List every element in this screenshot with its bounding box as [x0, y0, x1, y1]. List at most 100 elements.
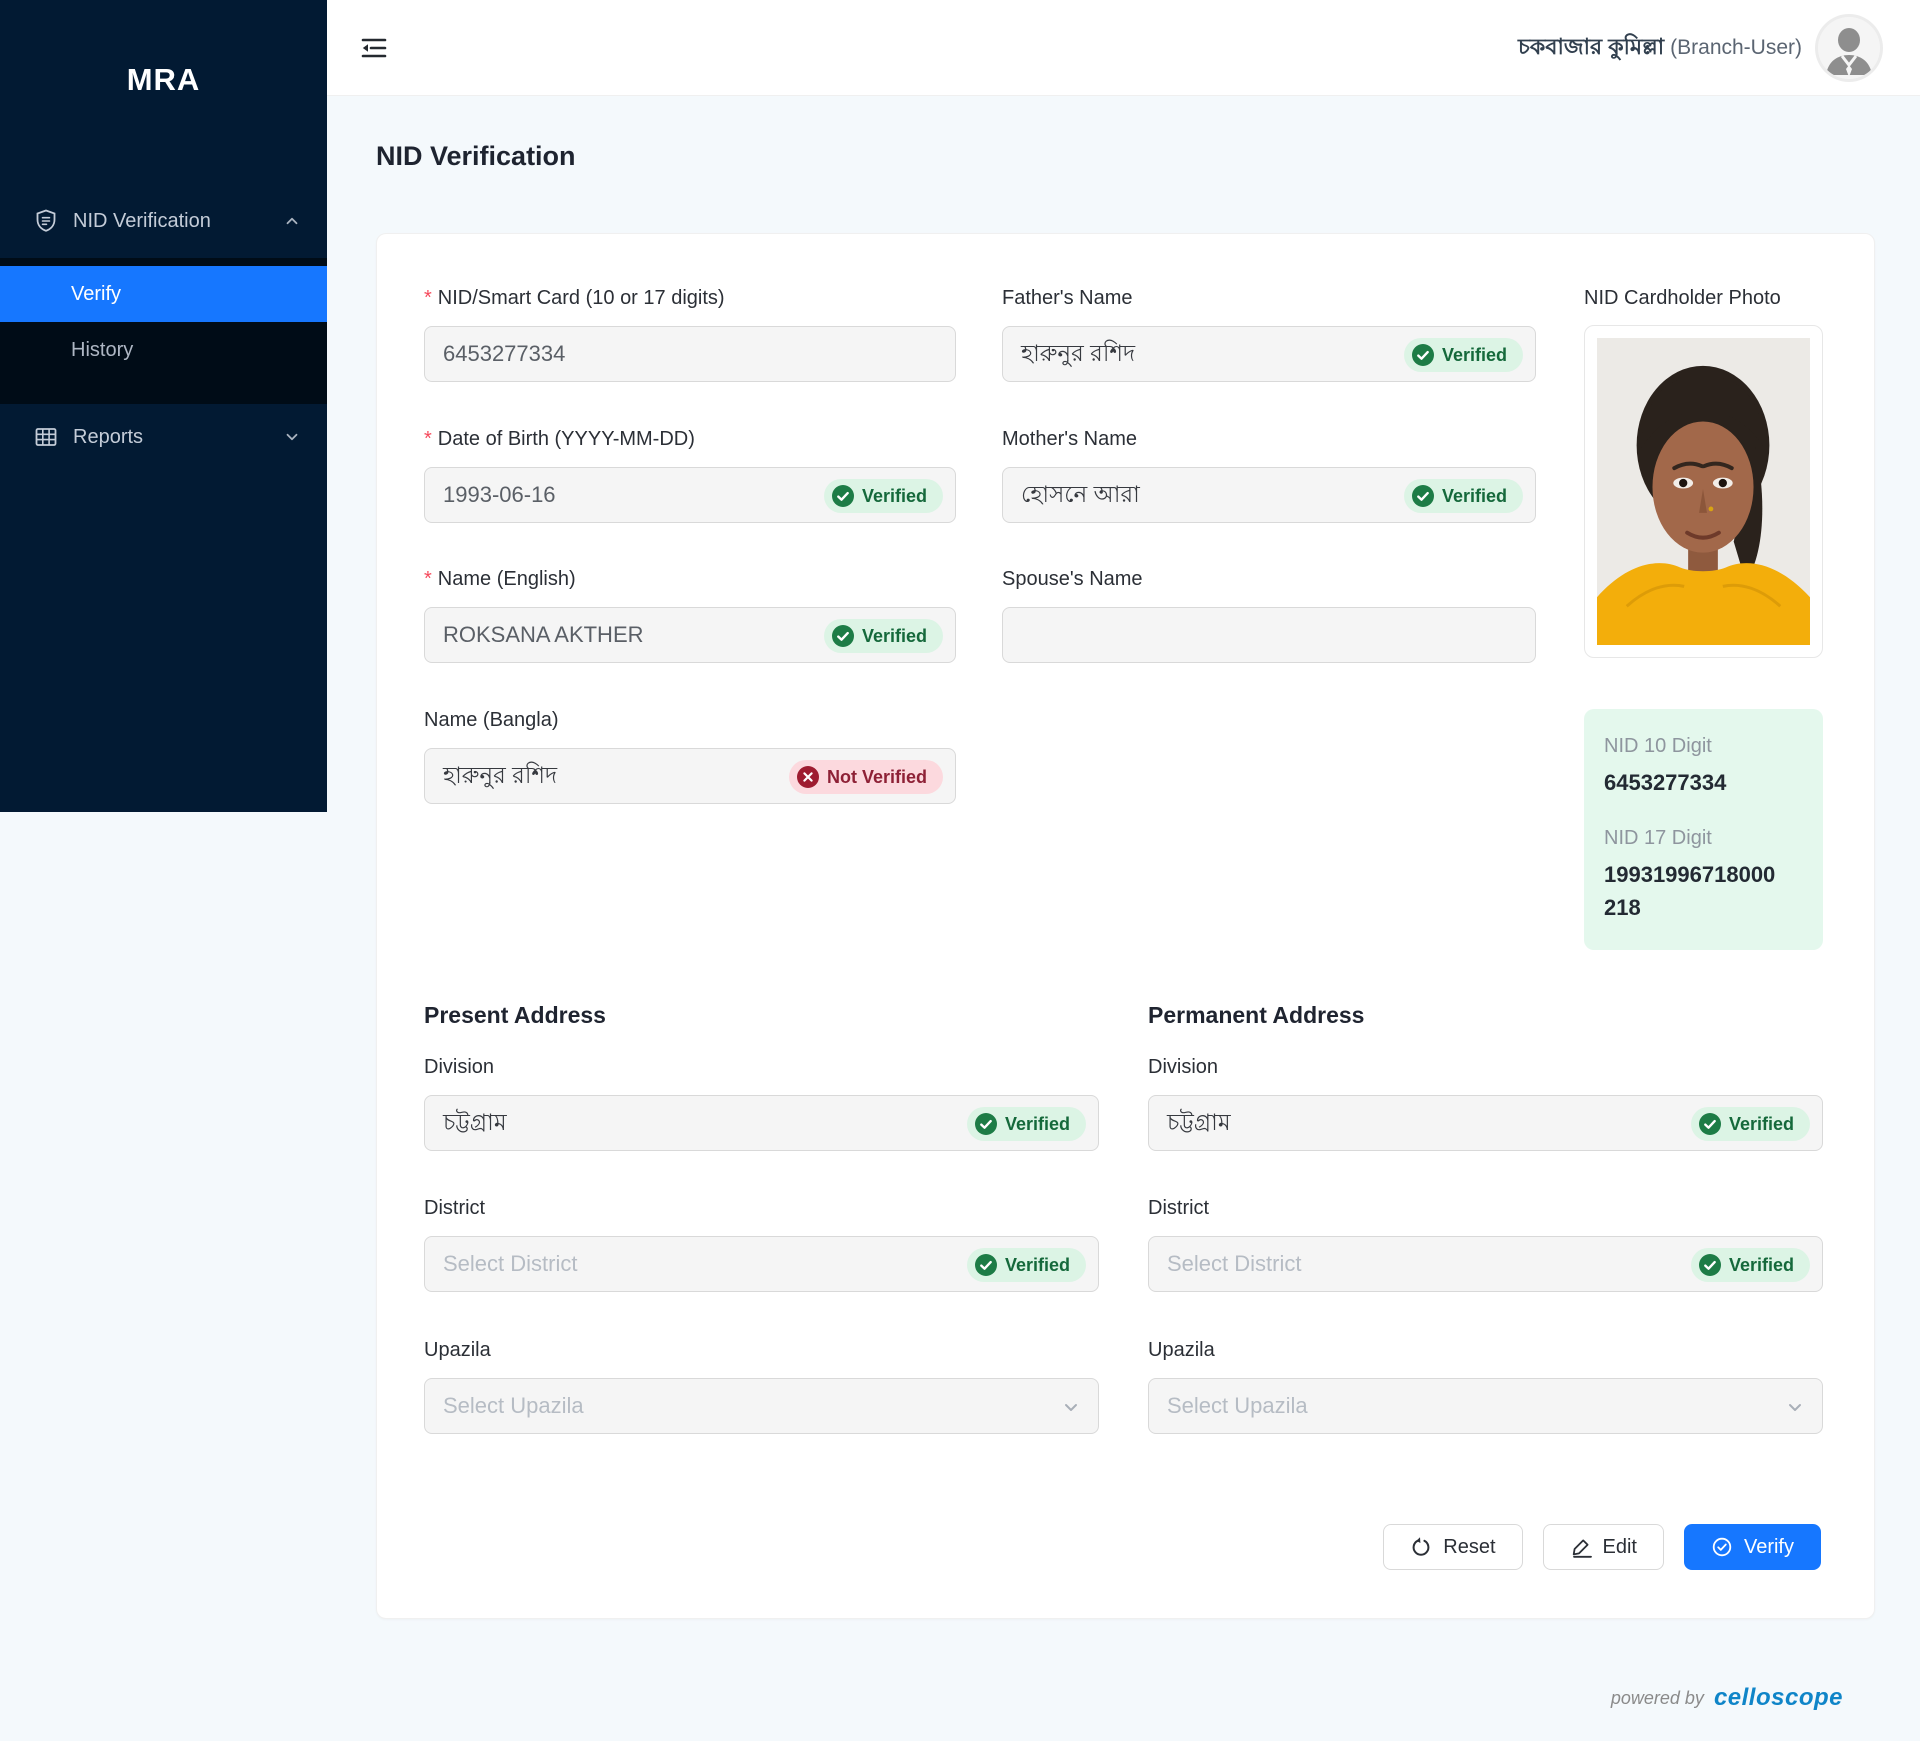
- edit-button[interactable]: Edit: [1543, 1524, 1664, 1570]
- sidebar-item-history[interactable]: History: [0, 322, 327, 378]
- name-english-input[interactable]: ROKSANA AKTHER Verified: [424, 607, 956, 663]
- field-cardholder-photo: NID Cardholder Photo: [1584, 287, 1823, 326]
- field-present-district: District Select District Verified: [424, 1197, 1099, 1292]
- nid-summary-panel: NID 10 Digit 6453277334 NID 17 Digit 199…: [1584, 709, 1823, 950]
- top-bar: চকবাজার কুমিল্লা(Branch-User): [327, 0, 1920, 96]
- spouse-name-input[interactable]: [1002, 607, 1536, 663]
- avatar[interactable]: [1818, 17, 1880, 79]
- photo-label: NID Cardholder Photo: [1584, 287, 1823, 310]
- field-label: *NID/Smart Card (10 or 17 digits): [424, 287, 956, 310]
- cardholder-photo: [1584, 325, 1823, 658]
- chevron-down-icon: [1060, 1396, 1082, 1418]
- not-verified-badge: Not Verified: [789, 760, 943, 794]
- present-upazila-select[interactable]: Select Upazila: [424, 1378, 1099, 1434]
- verified-badge: Verified: [967, 1107, 1086, 1141]
- nid10-label: NID 10 Digit: [1604, 735, 1823, 758]
- verified-badge: Verified: [967, 1248, 1086, 1282]
- action-buttons: Reset Edit Verify: [1383, 1524, 1821, 1570]
- field-present-division: Division চট্টগ্রাম Verified: [424, 1056, 1099, 1151]
- permanent-district-select[interactable]: Select District Verified: [1148, 1236, 1823, 1292]
- field-label: District: [1148, 1197, 1823, 1220]
- field-permanent-division: Division চট্টগ্রাম Verified: [1148, 1056, 1823, 1151]
- nid17-value: 19931996718000218: [1604, 858, 1784, 924]
- chevron-down-icon: [1784, 1396, 1806, 1418]
- celloscope-logo: celloscope: [1714, 1684, 1843, 1712]
- chevron-up-icon: [283, 212, 301, 230]
- field-label: Mother's Name: [1002, 428, 1536, 451]
- sidebar: MRA NID Verification Verify History Repo…: [0, 0, 327, 812]
- father-name-input[interactable]: হারুনুর রশিদ Verified: [1002, 326, 1536, 382]
- nid-verification-card: *NID/Smart Card (10 or 17 digits) 645327…: [376, 233, 1875, 1619]
- sidebar-item-label: Reports: [73, 426, 143, 449]
- field-date-of-birth: *Date of Birth (YYYY-MM-DD) 1993-06-16 V…: [424, 428, 956, 523]
- edit-pen-icon: [1570, 1536, 1592, 1558]
- field-label: *Name (English): [424, 568, 956, 591]
- mother-name-input[interactable]: হোসনে আরা Verified: [1002, 467, 1536, 523]
- field-label: Upazila: [1148, 1339, 1823, 1362]
- field-present-upazila: Upazila Select Upazila: [424, 1339, 1099, 1434]
- name-bangla-input[interactable]: হারুনুর রশিদ Not Verified: [424, 748, 956, 804]
- required-asterisk: *: [424, 428, 432, 450]
- required-asterisk: *: [424, 568, 432, 590]
- check-circle-icon: [975, 1254, 997, 1276]
- user-menu[interactable]: চকবাজার কুমিল্লা(Branch-User): [1518, 0, 1880, 96]
- field-name-bangla: Name (Bangla) হারুনুর রশিদ Not Verified: [424, 709, 956, 804]
- chevron-down-icon: [283, 428, 301, 446]
- page-title: NID Verification: [376, 141, 576, 172]
- sidebar-item-label: NID Verification: [73, 210, 211, 233]
- field-label: Father's Name: [1002, 287, 1536, 310]
- user-name: চকবাজার কুমিল্লা(Branch-User): [1518, 30, 1802, 67]
- verified-badge: Verified: [1404, 338, 1523, 372]
- date-of-birth-input[interactable]: 1993-06-16 Verified: [424, 467, 956, 523]
- reset-button[interactable]: Reset: [1383, 1524, 1522, 1570]
- field-spouse-name: Spouse's Name: [1002, 568, 1536, 663]
- check-circle-icon: [1412, 485, 1434, 507]
- app-logo: MRA: [0, 62, 327, 98]
- permanent-upazila-select[interactable]: Select Upazila: [1148, 1378, 1823, 1434]
- certificate-shield-icon: [33, 208, 59, 234]
- nid17-label: NID 17 Digit: [1604, 827, 1823, 850]
- sidebar-item-label: Verify: [71, 283, 121, 306]
- nid-number-input[interactable]: 6453277334: [424, 326, 956, 382]
- present-address-title: Present Address: [424, 1002, 606, 1029]
- present-division-input[interactable]: চট্টগ্রাম Verified: [424, 1095, 1099, 1151]
- x-circle-icon: [797, 766, 819, 788]
- check-circle-icon: [832, 485, 854, 507]
- sidebar-item-nid-verification[interactable]: NID Verification: [0, 193, 327, 249]
- verified-badge: Verified: [824, 619, 943, 653]
- field-label: District: [424, 1197, 1099, 1220]
- table-icon: [33, 424, 59, 450]
- verify-button[interactable]: Verify: [1684, 1524, 1821, 1570]
- sidebar-item-verify[interactable]: Verify: [0, 266, 327, 322]
- reload-icon: [1410, 1536, 1432, 1558]
- field-label: Division: [424, 1056, 1099, 1079]
- portrait-image: [1597, 338, 1810, 645]
- check-circle-icon: [975, 1113, 997, 1135]
- check-circle-icon: [1711, 1536, 1733, 1558]
- verified-badge: Verified: [824, 479, 943, 513]
- field-label: Name (Bangla): [424, 709, 956, 732]
- check-circle-icon: [832, 625, 854, 647]
- user-role: (Branch-User): [1670, 36, 1802, 59]
- check-circle-icon: [1699, 1254, 1721, 1276]
- field-label: Division: [1148, 1056, 1823, 1079]
- check-circle-icon: [1699, 1113, 1721, 1135]
- field-permanent-upazila: Upazila Select Upazila: [1148, 1339, 1823, 1434]
- field-father-name: Father's Name হারুনুর রশিদ Verified: [1002, 287, 1536, 382]
- powered-by-text: powered by: [1611, 1688, 1704, 1709]
- field-name-english: *Name (English) ROKSANA AKTHER Verified: [424, 568, 956, 663]
- required-asterisk: *: [424, 287, 432, 309]
- menu-fold-icon[interactable]: [359, 33, 389, 63]
- verified-badge: Verified: [1691, 1107, 1810, 1141]
- field-label: Upazila: [424, 1339, 1099, 1362]
- sidebar-item-reports[interactable]: Reports: [0, 409, 327, 465]
- permanent-division-input[interactable]: চট্টগ্রাম Verified: [1148, 1095, 1823, 1151]
- verified-badge: Verified: [1691, 1248, 1810, 1282]
- field-permanent-district: District Select District Verified: [1148, 1197, 1823, 1292]
- check-circle-icon: [1412, 344, 1434, 366]
- nid10-value: 6453277334: [1604, 766, 1784, 799]
- field-label: *Date of Birth (YYYY-MM-DD): [424, 428, 956, 451]
- field-mother-name: Mother's Name হোসনে আরা Verified: [1002, 428, 1536, 523]
- present-district-select[interactable]: Select District Verified: [424, 1236, 1099, 1292]
- sidebar-item-label: History: [71, 339, 133, 362]
